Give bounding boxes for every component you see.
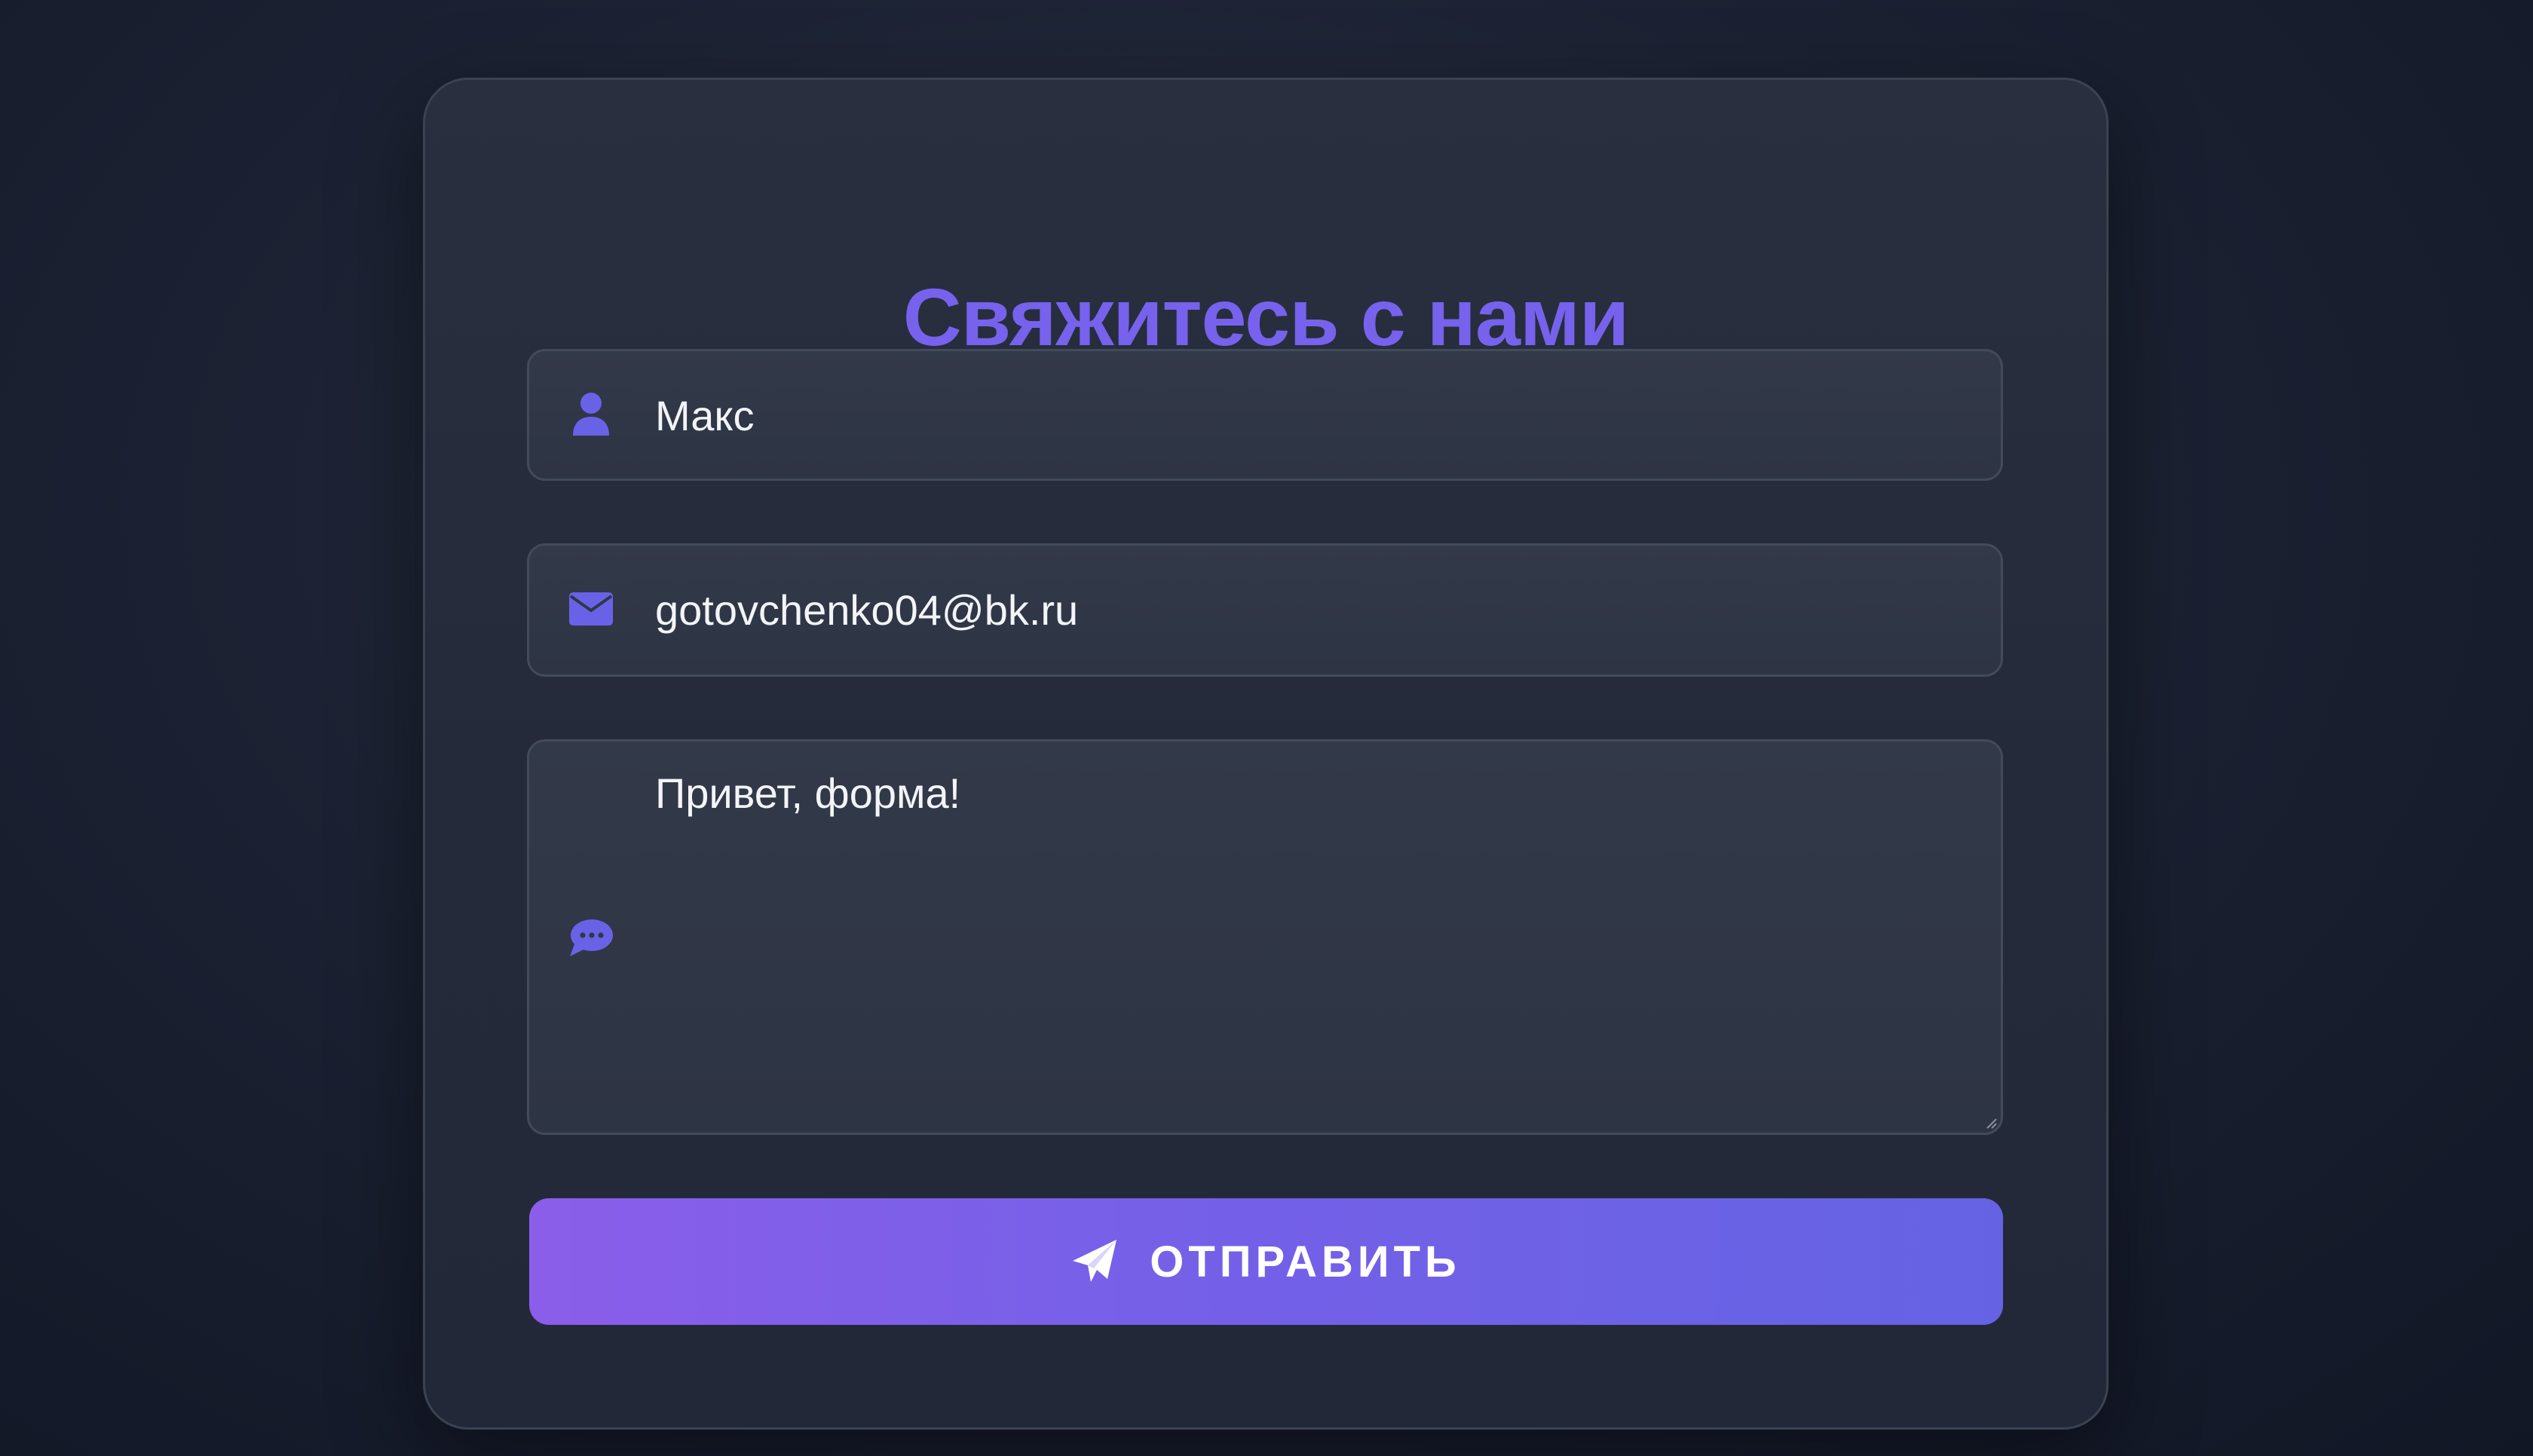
message-textarea[interactable]: Привет, форма! (655, 767, 1956, 820)
name-field[interactable]: Макс (527, 349, 2003, 481)
user-icon (568, 392, 614, 437)
envelope-icon (568, 586, 614, 632)
email-input[interactable]: gotovchenko04@bk.ru (655, 584, 1956, 637)
resize-handle[interactable] (1984, 1116, 1998, 1130)
paper-plane-icon (1071, 1238, 1118, 1285)
name-input[interactable]: Макс (655, 390, 1956, 442)
message-field[interactable]: Привет, форма! (527, 739, 2003, 1135)
email-field[interactable]: gotovchenko04@bk.ru (527, 543, 2003, 677)
submit-button[interactable]: ОТПРАВИТЬ (529, 1198, 2003, 1325)
submit-label: ОТПРАВИТЬ (1150, 1237, 1461, 1286)
chat-bubble-icon (568, 916, 614, 961)
